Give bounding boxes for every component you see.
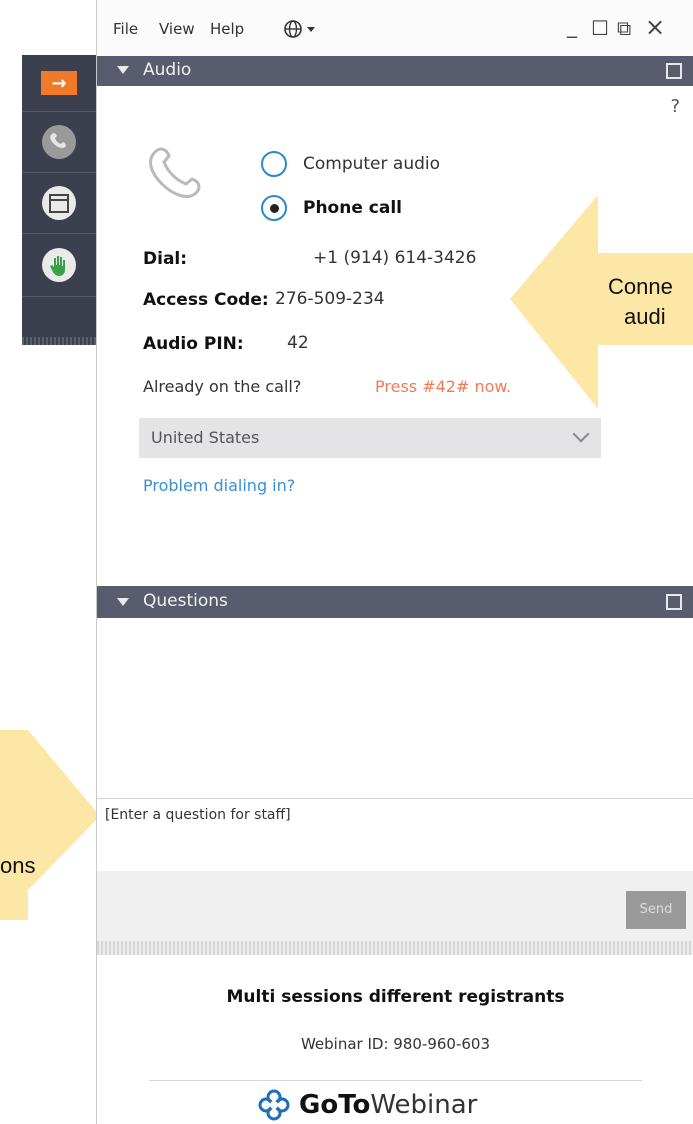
minimize-button[interactable]: _ (567, 14, 577, 38)
chevron-down-icon (307, 27, 315, 32)
audio-help-icon[interactable]: ? (670, 96, 680, 117)
computer-audio-radio[interactable] (261, 151, 287, 177)
session-title: Multi sessions different registrants (226, 987, 565, 1007)
audio-panel-title: Audio (143, 60, 192, 80)
send-bar: Send (97, 871, 693, 941)
toolbar-raise-hand-button[interactable] (22, 234, 96, 297)
access-code-value: 276-509-234 (275, 289, 385, 309)
phone-call-radio[interactable] (261, 195, 287, 221)
globe-icon (284, 20, 302, 38)
calendar-icon (42, 186, 76, 220)
popout-panel-icon[interactable] (666, 63, 682, 79)
questions-panel-title: Questions (143, 591, 228, 611)
phone-icon (42, 125, 76, 159)
menu-view[interactable]: View (159, 20, 195, 38)
gotowebinar-flower-icon (258, 1089, 290, 1121)
audio-pin-value: 42 (287, 333, 309, 353)
audio-panel-header[interactable]: Audio (97, 56, 693, 86)
chevron-down-icon (572, 425, 590, 443)
press-pin-instruction: Press #42# now. (375, 377, 512, 396)
question-input[interactable]: [Enter a question for staff] (97, 798, 693, 872)
webinar-footer: Multi sessions different registrants Web… (97, 955, 693, 1124)
menu-help[interactable]: Help (210, 20, 244, 38)
already-on-call-text: Already on the call? (143, 377, 302, 396)
menu-bar: File View Help _ ☐ ⧉ × (97, 0, 693, 56)
brand-goto: GoTo (299, 1090, 371, 1120)
webinar-control-panel: File View Help _ ☐ ⧉ × Audio ? Computer … (96, 0, 693, 1124)
footer-resize-grip[interactable] (97, 941, 693, 955)
language-globe-dropdown[interactable] (283, 18, 315, 44)
send-button[interactable]: Send (626, 891, 686, 929)
toolbar-grip[interactable] (22, 337, 96, 345)
phone-handset-icon (149, 147, 201, 198)
access-code-label: Access Code: (143, 290, 269, 310)
brand-webinar: Webinar (370, 1090, 478, 1120)
callout-arrow-left (0, 730, 100, 920)
collapse-triangle-icon (117, 598, 129, 606)
side-toolbar: → (22, 55, 96, 345)
footer-divider (149, 1080, 642, 1081)
toolbar-schedule-button[interactable] (22, 173, 96, 234)
toolbar-collapse-button[interactable]: → (22, 55, 96, 112)
menu-file[interactable]: File (113, 20, 138, 38)
arrow-right-icon: → (41, 71, 77, 95)
callout-right-text-2: audi (624, 304, 666, 329)
dial-label: Dial: (143, 249, 188, 269)
computer-audio-label[interactable]: Computer audio (303, 154, 440, 174)
popout-panel-icon[interactable] (666, 594, 682, 610)
problem-dialing-link[interactable]: Problem dialing in? (143, 476, 295, 495)
questions-log (97, 618, 693, 798)
toolbar-audio-button[interactable] (22, 112, 96, 173)
country-select-value: United States (151, 428, 260, 447)
country-select[interactable]: United States (139, 418, 601, 458)
callout-right-text-1: Conne (608, 274, 673, 299)
questions-panel-header[interactable]: Questions (97, 586, 693, 618)
maximize-button[interactable]: ☐ (591, 16, 609, 40)
dial-number: +1 (914) 614-3426 (313, 248, 477, 268)
question-input-placeholder: [Enter a question for staff] (105, 807, 291, 823)
webinar-id: Webinar ID: 980-960-603 (300, 1035, 491, 1053)
raise-hand-icon (42, 248, 76, 282)
phone-call-label[interactable]: Phone call (303, 198, 402, 218)
popout-button[interactable]: ⧉ (617, 16, 631, 40)
gotowebinar-logo: GoTo Webinar (257, 1087, 477, 1123)
callout-left-text: ons (0, 853, 36, 878)
close-button[interactable]: × (645, 13, 665, 41)
collapse-triangle-icon (117, 66, 129, 74)
audio-pin-label: Audio PIN: (143, 334, 244, 354)
